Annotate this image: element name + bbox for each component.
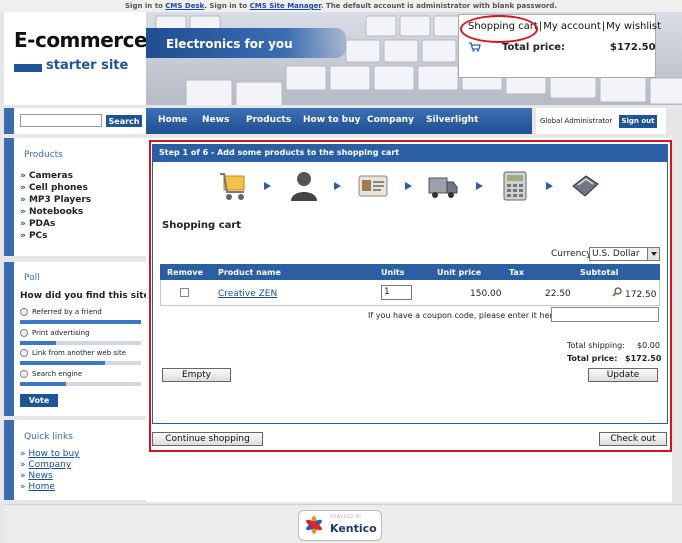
step-title: Step 1 of 6 - Add some products to the s… xyxy=(159,148,400,157)
poll-result-bar xyxy=(20,320,141,324)
poll-result-fill xyxy=(20,382,66,386)
poll-result-bar xyxy=(20,341,141,345)
calculator-step-icon xyxy=(503,171,527,201)
product-category-pcs[interactable]: PCs xyxy=(20,230,91,242)
products-title: Products xyxy=(24,150,63,160)
poll-option[interactable]: Link from another web site xyxy=(20,349,126,357)
arrow-right-icon xyxy=(405,182,412,190)
shipping-value: $0.00 xyxy=(637,341,660,350)
arrow-right-icon xyxy=(546,182,553,190)
product-category-cameras[interactable]: Cameras xyxy=(20,170,91,182)
kentico-brand: Kentico xyxy=(330,522,377,535)
arrow-right-icon xyxy=(264,182,271,190)
logo-subtitle: starter site xyxy=(46,58,129,73)
arrow-right-icon xyxy=(334,182,341,190)
column-unit-price: Unit price xyxy=(437,268,482,277)
total-price-value: $172.50 xyxy=(625,354,662,363)
user-step-icon xyxy=(291,172,317,201)
banner-title: Electronics for you xyxy=(166,37,293,51)
column-units: Units xyxy=(381,268,405,277)
poll-result-fill xyxy=(20,361,105,365)
column-remove: Remove xyxy=(167,268,204,277)
tax: 22.50 xyxy=(545,289,571,299)
radio-button[interactable] xyxy=(20,308,28,316)
quick-link-home[interactable]: Home xyxy=(28,482,55,492)
cart-icon[interactable] xyxy=(469,42,481,52)
currency-label: Currency: xyxy=(551,249,594,259)
my-account-link[interactable]: My account xyxy=(543,21,601,32)
cart-step-icon xyxy=(220,173,245,200)
cms-desk-link[interactable]: CMS Desk xyxy=(165,2,204,10)
quick-link-company[interactable]: Company xyxy=(28,460,71,470)
poll-option[interactable]: Referred by a friend xyxy=(20,308,102,316)
nav-company[interactable]: Company xyxy=(367,115,414,125)
radio-button[interactable] xyxy=(20,349,28,357)
poll-option[interactable]: Print advertising xyxy=(20,329,90,337)
column-tax: Tax xyxy=(509,268,524,277)
nav-news[interactable]: News xyxy=(202,115,229,125)
poll-result-fill xyxy=(20,320,141,324)
chevron-down-icon[interactable] xyxy=(647,248,659,260)
column-subtotal: Subtotal xyxy=(580,268,619,277)
nav-how-to-buy[interactable]: How to buy xyxy=(303,115,361,125)
my-wishlist-link[interactable]: My wishlist xyxy=(606,21,661,32)
nav-silverlight[interactable]: Silverlight xyxy=(426,115,478,125)
mini-cart-total-value: $172.50 xyxy=(610,42,656,53)
id-card-step-icon xyxy=(358,175,388,197)
quick-links-title: Quick links xyxy=(24,432,73,442)
user-name: Global Administrator xyxy=(540,117,613,125)
remove-checkbox[interactable] xyxy=(180,288,189,297)
empty-button[interactable]: Empty xyxy=(162,368,231,382)
magnifier-icon[interactable] xyxy=(612,287,622,297)
kentico-logo-icon xyxy=(306,516,322,534)
product-category-pdas[interactable]: PDAs xyxy=(20,218,91,230)
cms-site-manager-link[interactable]: CMS Site Manager xyxy=(250,2,321,10)
search-button[interactable]: Search xyxy=(105,114,143,128)
product-category-cell-phones[interactable]: Cell phones xyxy=(20,182,91,194)
product-category-notebooks[interactable]: Notebooks xyxy=(20,206,91,218)
nav-home[interactable]: Home xyxy=(158,115,187,125)
poll-result-bar xyxy=(20,361,141,365)
sign-out-button[interactable]: Sign out xyxy=(619,115,657,128)
coupon-input[interactable] xyxy=(551,307,659,322)
total-price-label: Total price: xyxy=(567,354,618,363)
poll-result-fill xyxy=(20,341,57,345)
subtotal: 172.50 xyxy=(625,290,657,300)
quick-link-news[interactable]: News xyxy=(28,471,52,481)
coupon-label: If you have a coupon code, please enter … xyxy=(368,311,561,320)
poll-panel xyxy=(4,262,146,416)
product-category-mp3-players[interactable]: MP3 Players xyxy=(20,194,91,206)
search-input[interactable] xyxy=(20,114,102,127)
poll-result-bar xyxy=(20,382,141,386)
poll-option[interactable]: Search engine xyxy=(20,370,82,378)
unit-price: 150.00 xyxy=(470,289,502,299)
update-button[interactable]: Update xyxy=(588,368,658,382)
quick-links-list: How to buy Company News Home xyxy=(20,449,79,493)
check-out-button[interactable]: Check out xyxy=(599,432,667,446)
radio-button[interactable] xyxy=(20,370,28,378)
truck-step-icon xyxy=(428,177,458,198)
admin-notice: Sign in to CMS Desk. Sign in to CMS Site… xyxy=(0,0,682,12)
mini-cart-total-label: Total price: xyxy=(502,42,566,53)
vote-button[interactable]: Vote xyxy=(20,394,58,407)
nav-products[interactable]: Products xyxy=(246,115,291,125)
shipping-label: Total shipping: xyxy=(567,341,625,350)
column-product-name: Product name xyxy=(218,268,281,277)
product-link[interactable]: Creative ZEN xyxy=(218,289,277,299)
powered-by-label: POWERED BY xyxy=(330,514,362,519)
highlight-oval xyxy=(460,15,538,43)
card-reader-step-icon xyxy=(572,175,599,197)
units-input[interactable]: 1 xyxy=(381,285,412,300)
continue-shopping-button[interactable]: Continue shopping xyxy=(152,432,263,446)
radio-button[interactable] xyxy=(20,329,28,337)
logo-bar xyxy=(14,64,42,72)
arrow-right-icon xyxy=(476,182,483,190)
poll-question: How did you find this site? xyxy=(20,291,155,301)
quick-link-how-to-buy[interactable]: How to buy xyxy=(28,449,79,459)
poll-title: Poll xyxy=(24,273,40,283)
products-list: Cameras Cell phones MP3 Players Notebook… xyxy=(20,170,91,242)
logo-title: E-commerce xyxy=(14,28,148,52)
shopping-cart-title: Shopping cart xyxy=(162,220,242,231)
